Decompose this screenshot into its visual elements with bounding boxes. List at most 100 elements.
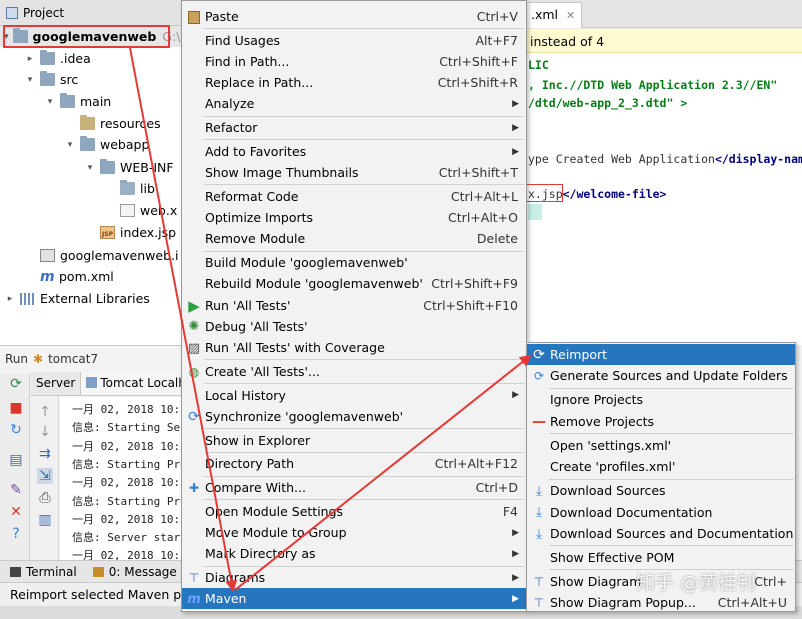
menu-item-show-diagram-popup[interactable]: ⊤ Show Diagram Popup... Ctrl+Alt+U [527, 592, 795, 613]
coverage-icon: ▨ [187, 340, 201, 356]
menu-item-mark-directory-as[interactable]: Mark Directory as ▶ [182, 543, 526, 564]
menu-item-create-profiles-xml[interactable]: Create 'profiles.xml' [527, 456, 795, 477]
iml-file-icon [40, 249, 55, 262]
menu-item-label: Rebuild Module 'googlemavenweb' [205, 276, 423, 292]
menu-item-label: Remove Projects [550, 413, 654, 429]
tree-node-label: pom.xml [59, 269, 114, 284]
tree-node[interactable]: ▾ webapp [0, 134, 181, 155]
update-icon[interactable]: ↻ [8, 422, 24, 438]
tree-node[interactable]: lib [0, 178, 181, 199]
tab-terminal[interactable]: Terminal [10, 565, 77, 579]
tab-close-icon[interactable]: ✕ [566, 9, 575, 22]
menu-item-shortcut: Ctrl+Shift+T [438, 165, 518, 181]
menu-item-generate-sources-and-update-folders[interactable]: ⟳ Generate Sources and Update Folders [527, 365, 795, 386]
menu-item-ignore-projects[interactable]: Ignore Projects [527, 389, 795, 410]
menu-item-label: Find in Path... [205, 54, 290, 69]
project-panel-header[interactable]: Project [0, 0, 181, 26]
help-icon[interactable]: ? [8, 526, 24, 542]
menu-item-download-documentation[interactable]: ⤓ Download Documentation [527, 502, 795, 523]
rerun-icon[interactable]: ⟳ [8, 376, 24, 392]
submenu-arrow-icon: ▶ [512, 146, 519, 157]
menu-item-find-in-path[interactable]: Find in Path... Ctrl+Shift+F [182, 51, 526, 72]
menu-item-compare-with[interactable]: ✚ Compare With... Ctrl+D [182, 477, 526, 498]
tree-node-label: lib [140, 181, 155, 196]
tree-node[interactable]: ▾ src [0, 69, 181, 90]
expand-arrow-icon[interactable]: ▾ [84, 163, 96, 173]
menu-item-refactor[interactable]: Refactor ▶ [182, 117, 526, 138]
project-panel-title: Project [23, 5, 65, 20]
tree-node[interactable]: googlemavenweb.i [0, 245, 181, 266]
up-icon[interactable]: ↑ [37, 404, 53, 420]
menu-item-paste[interactable]: Paste Ctrl+V [182, 6, 526, 27]
layout-icon[interactable]: ▤ [8, 452, 24, 468]
tree-node[interactable]: ▾ WEB-INF [0, 157, 181, 178]
menu-item-remove-module[interactable]: Remove Module Delete [182, 228, 526, 249]
menu-item-open-settings-xml[interactable]: Open 'settings.xml' [527, 435, 795, 456]
menu-item-replace-in-path[interactable]: Replace in Path... Ctrl+Shift+R [182, 72, 526, 93]
expand-arrow-icon[interactable]: ▸ [24, 54, 36, 64]
submenu-arrow-icon: ▶ [512, 527, 519, 538]
expand-arrow-icon[interactable]: ▸ [4, 294, 16, 304]
code-editor[interactable]: LIC , Inc.//DTD Web Application 2.3//EN"… [506, 53, 802, 345]
menu-item-add-to-favorites[interactable]: Add to Favorites ▶ [182, 141, 526, 162]
pin-icon[interactable]: ✎ [8, 482, 24, 498]
trash-icon[interactable]: ▥ [37, 512, 53, 528]
menu-item-shortcut: F4 [502, 504, 518, 519]
menu-item-find-usages[interactable]: Find Usages Alt+F7 [182, 30, 526, 51]
close-icon[interactable]: ✕ [8, 504, 24, 520]
print-icon[interactable]: ⎙ [37, 490, 53, 506]
menu-item-run-all-tests[interactable]: ▶ Run 'All Tests' Ctrl+Shift+F10 [182, 295, 526, 316]
tab-messages[interactable]: 0: Message [92, 565, 177, 579]
expand-arrow-icon[interactable]: ▾ [64, 140, 76, 150]
tree-node[interactable]: ▸ External Libraries [0, 288, 181, 309]
menu-item-reimport[interactable]: ⟳ Reimport [527, 344, 795, 365]
down-icon[interactable]: ↓ [37, 424, 53, 440]
tree-node[interactable]: resources [0, 113, 181, 134]
menu-item-remove-projects[interactable]: — Remove Projects [527, 411, 795, 432]
wrap-icon[interactable]: ⇉ [37, 446, 53, 462]
scroll-end-icon[interactable]: ⇲ [37, 468, 53, 484]
tree-node-label: .idea [60, 51, 91, 66]
menu-item-optimize-imports[interactable]: Optimize Imports Ctrl+Alt+O [182, 207, 526, 228]
tree-node[interactable]: web.x [0, 200, 181, 221]
tree-node[interactable]: ▾ main [0, 91, 181, 112]
menu-item-analyze[interactable]: Analyze ▶ [182, 93, 526, 114]
stop-icon[interactable]: ■ [8, 400, 24, 416]
console-output[interactable]: 一月 02, 2018 10:3 信息: Starting Ser 一月 02, 2… [60, 397, 181, 560]
menu-item-maven[interactable]: m Maven ▶ [182, 588, 526, 610]
tab-tomcat-localhost[interactable]: Tomcat Localh [81, 372, 192, 395]
menu-item-run-all-tests-with-coverage[interactable]: ▨ Run 'All Tests' with Coverage [182, 337, 526, 358]
log-line: 信息: Starting Pro [72, 494, 181, 508]
menu-item-build-module-googlemavenweb[interactable]: Build Module 'googlemavenweb' [182, 252, 526, 273]
maven-icon: m [40, 268, 55, 285]
menu-item-move-module-to-group[interactable]: Move Module to Group ▶ [182, 522, 526, 543]
menu-item-debug-all-tests[interactable]: ✺ Debug 'All Tests' [182, 316, 526, 337]
menu-item-download-sources-and-documentation[interactable]: ⤓ Download Sources and Documentation [527, 523, 795, 544]
tab-server[interactable]: Server [31, 372, 82, 395]
tree-node[interactable]: ▸ .idea [0, 48, 181, 69]
menu-item-create-all-tests[interactable]: ◍ Create 'All Tests'... [182, 361, 526, 382]
menu-item-show-effective-pom[interactable]: Show Effective POM [527, 547, 795, 568]
menu-item-directory-path[interactable]: Directory Path Ctrl+Alt+F12 [182, 453, 526, 474]
project-view-icon [6, 6, 18, 19]
tree-node-label: index.jsp [120, 225, 177, 240]
folder-icon [100, 159, 115, 174]
menu-item-open-module-settings[interactable]: Open Module Settings F4 [182, 501, 526, 522]
expand-arrow-icon[interactable]: ▾ [44, 97, 56, 107]
menu-item-reformat-code[interactable]: Reformat Code Ctrl+Alt+L [182, 186, 526, 207]
menu-item-shortcut: Ctrl+Alt+L [450, 189, 518, 204]
menu-item-label: Show Effective POM [550, 550, 675, 565]
expand-arrow-icon[interactable]: ▾ [24, 75, 36, 85]
debug-icon: ✺ [188, 319, 200, 335]
menu-item-local-history[interactable]: Local History ▶ [182, 385, 526, 406]
tree-node[interactable]: JSP index.jsp [0, 222, 181, 243]
download-icon: ⤓ [536, 505, 542, 521]
menu-item-rebuild-module-googlemavenweb[interactable]: Rebuild Module 'googlemavenweb' Ctrl+Shif… [182, 273, 526, 294]
menu-item-label: Paste [205, 9, 239, 24]
tree-node[interactable]: m pom.xml [0, 266, 181, 287]
menu-item-download-sources[interactable]: ⤓ Download Sources [527, 480, 795, 501]
menu-item-diagrams[interactable]: ⊤ Diagrams ▶ [182, 567, 526, 588]
menu-item-synchronize-googlemavenweb[interactable]: ⟳ Synchronize 'googlemavenweb' [182, 406, 526, 427]
menu-item-show-image-thumbnails[interactable]: Show Image Thumbnails Ctrl+Shift+T [182, 162, 526, 183]
menu-item-show-in-explorer[interactable]: Show in Explorer [182, 430, 526, 451]
